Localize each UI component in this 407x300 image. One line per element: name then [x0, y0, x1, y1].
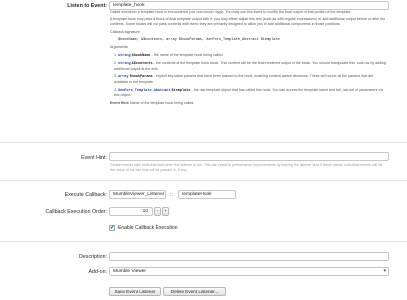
- event-hint-input[interactable]: [109, 152, 389, 161]
- listen-event-label: Listen to Event:: [67, 3, 107, 9]
- event-hint-label: Event Hint:: [81, 155, 107, 161]
- description-label: Description:: [79, 254, 107, 260]
- description-input[interactable]: [109, 252, 389, 261]
- save-event-listener-button[interactable]: Save Event Listener: [109, 287, 161, 296]
- argument-item: 2. string &$contents - the contents of t…: [114, 61, 386, 71]
- arguments-label: Arguments:: [110, 45, 129, 50]
- divider: [0, 180, 407, 181]
- listen-event-value: template_hook: [113, 3, 145, 8]
- addon-select-value: Mumble Viewer: [113, 269, 146, 274]
- callback-signature-code: $hookName, &$contents, array $hookParams…: [118, 37, 280, 42]
- listen-event-select[interactable]: template_hook: [109, 1, 389, 10]
- event-hint-note-label: Event Hint:: [110, 100, 129, 105]
- event-hint-explain: Certain events take hints that limit whe…: [110, 163, 383, 172]
- order-increment-button[interactable]: +: [162, 207, 169, 216]
- execution-order-input[interactable]: 10: [109, 207, 153, 216]
- enable-callback-label: Enable Callback Execution: [118, 225, 178, 231]
- chevron-down-icon: ▾: [383, 268, 386, 274]
- delete-event-listener-button[interactable]: Delete Event Listener...: [163, 287, 226, 296]
- argument-item: 3. array $hookParams - explicit key-valu…: [114, 74, 374, 85]
- event-description-2: A template hook may pass a block of fina…: [110, 17, 386, 27]
- arguments-list: 1. string $hookName - the name of the te…: [110, 53, 386, 98]
- event-hint-note-text: Name of the template hook being called.: [129, 100, 195, 105]
- enable-callback-checkbox[interactable]: ✔: [109, 225, 115, 231]
- argument-item: 4. XenForo_Template_Abstract $template -…: [114, 87, 383, 98]
- callback-method-input[interactable]: templateHook: [178, 190, 236, 199]
- addon-select[interactable]: Mumble Viewer ▾: [109, 267, 389, 276]
- callback-class-input[interactable]: MumbleViewer_Listener: [109, 190, 166, 199]
- callback-signature-label: Callback signature:: [110, 29, 141, 34]
- callback-separator: ::: [170, 192, 173, 198]
- event-description-1: Called whenever a template hook is encou…: [110, 10, 352, 14]
- execution-order-label: Callback Execution Order:: [45, 209, 107, 215]
- argument-item: 1. string $hookName - the name of the te…: [114, 52, 224, 58]
- order-decrement-button[interactable]: -: [154, 207, 161, 216]
- execute-callback-label: Execute Callback:: [64, 192, 107, 198]
- divider: [0, 241, 407, 242]
- addon-label: Add-on:: [88, 269, 107, 275]
- event-listener-form: Listen to Event: template_hook Called wh…: [0, 0, 407, 300]
- divider: [0, 142, 407, 143]
- event-explanation: Called whenever a template hook is encou…: [110, 10, 386, 108]
